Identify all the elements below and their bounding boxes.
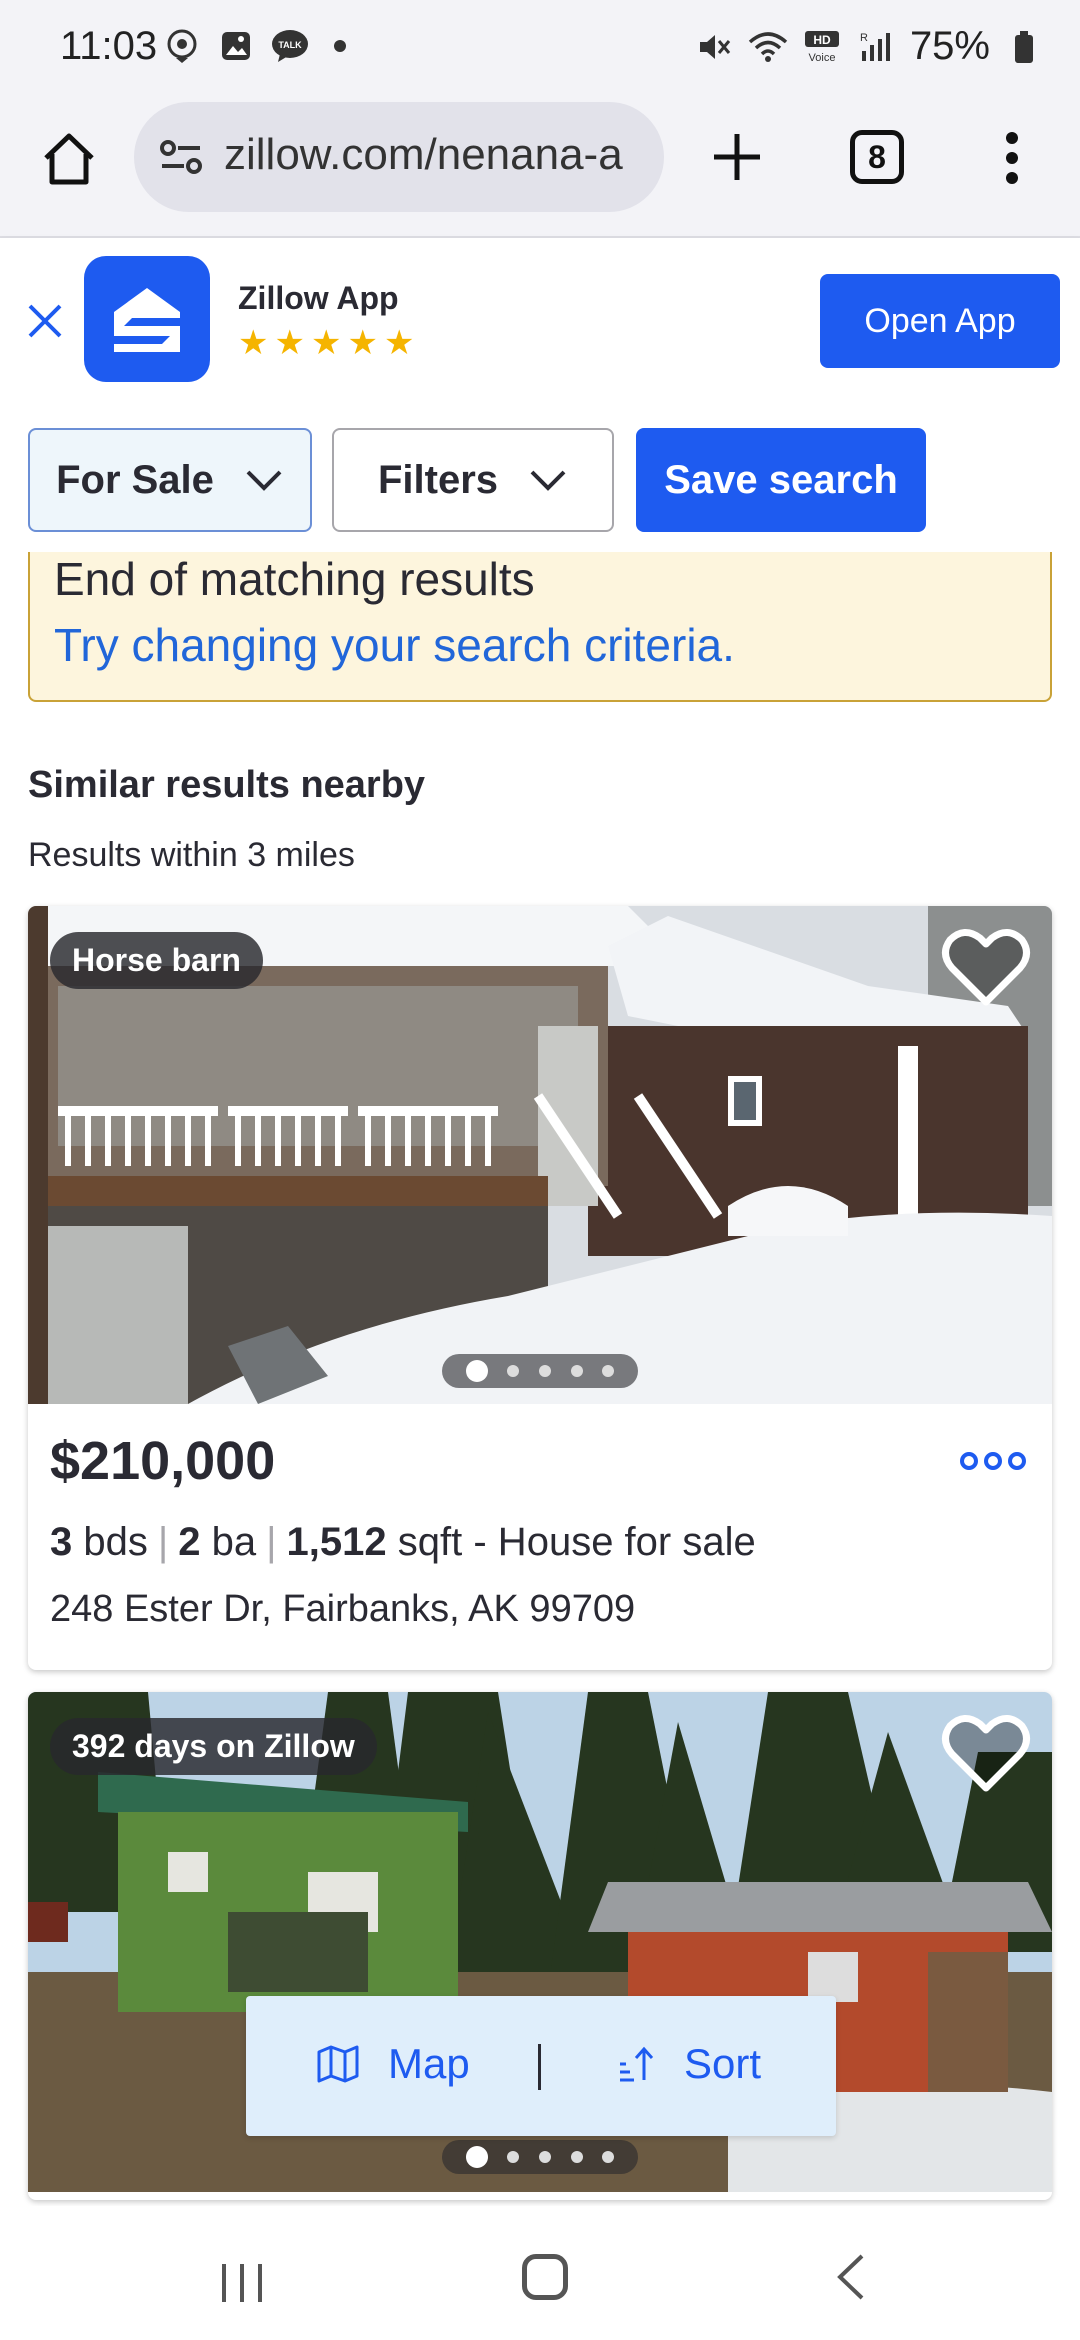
baths-count: 2	[178, 1520, 201, 1564]
star-icon: ★	[274, 324, 305, 362]
change-criteria-link[interactable]: Try changing your search criteria.	[54, 618, 735, 672]
carousel-dot	[538, 2151, 551, 2163]
map-label: Map	[388, 2040, 470, 2087]
carousel-dot	[602, 1365, 615, 1377]
listing-badge: 392 days on Zillow	[50, 1718, 377, 1775]
chevron-down-icon	[246, 470, 282, 491]
system-icons: HD Voice R 75%	[694, 24, 1044, 69]
gallery-notification-icon	[216, 26, 256, 66]
home-icon[interactable]	[38, 128, 100, 190]
sqft-unit: sqft	[397, 1520, 463, 1564]
talk-notification-icon: TALK	[270, 26, 310, 66]
battery-icon	[1004, 27, 1044, 67]
carousel-dot	[507, 2151, 520, 2163]
svg-text:HD: HD	[813, 33, 831, 47]
filters-dropdown[interactable]: Filters	[332, 428, 614, 532]
filter-bar: For Sale Filters Save search	[0, 406, 1080, 542]
recent-apps-icon[interactable]	[218, 2260, 268, 2311]
heart-icon[interactable]	[940, 924, 1032, 1010]
battery-percent: 75%	[909, 24, 990, 68]
listing-card[interactable]: Horse barn $210,000 3 bds | 2 ba | 1,512 sqf…	[28, 906, 1052, 1670]
sort-button[interactable]: Sort	[616, 2040, 761, 2088]
address-bar[interactable]: zillow.com/nenana-a	[134, 102, 664, 212]
heart-icon[interactable]	[940, 1710, 1032, 1796]
for-sale-label: For Sale	[56, 457, 214, 502]
svg-text:TALK: TALK	[278, 40, 302, 50]
wifi-icon	[748, 27, 788, 67]
back-icon[interactable]	[832, 2252, 868, 2307]
listing-address: 248 Ester Dr, Fairbanks, AK 99709	[50, 1588, 636, 1630]
sort-label: Sort	[684, 2040, 762, 2087]
carousel-dot	[465, 2146, 488, 2168]
listing-photo[interactable]: Horse barn	[28, 906, 1052, 1404]
app-install-banner: Zillow App ★ ★ ★ ★ ★ Open App	[0, 238, 1080, 406]
for-sale-dropdown[interactable]: For Sale	[28, 428, 312, 532]
browser-toolbar: zillow.com/nenana-a 8	[0, 96, 1080, 238]
end-of-results-notice: End of matching results Try changing you…	[28, 552, 1052, 702]
status-time: 11:03	[60, 24, 158, 68]
listing-details: 3 bds | 2 ba | 1,512 sqft - House for sale	[50, 1520, 756, 1564]
url-text[interactable]: zillow.com/nenana-a	[224, 130, 654, 180]
photo-carousel-dots	[442, 1354, 638, 1388]
tab-switcher-button[interactable]: 8	[850, 130, 904, 184]
site-settings-icon[interactable]	[156, 132, 206, 182]
star-icon: ★	[310, 324, 342, 362]
filters-label: Filters	[377, 457, 499, 502]
location-notification-icon	[162, 26, 202, 66]
app-name: Zillow App	[238, 280, 399, 316]
new-tab-icon[interactable]	[706, 126, 768, 188]
listing-type: - House for sale	[473, 1520, 756, 1564]
more-menu-icon[interactable]	[1000, 130, 1024, 186]
sort-icon	[620, 2046, 654, 2082]
section-title: Similar results nearby	[28, 764, 426, 806]
home-nav-icon[interactable]	[522, 2254, 568, 2300]
baths-unit: ba	[211, 1520, 257, 1564]
listing-price: $210,000	[50, 1431, 276, 1491]
svg-text:Voice: Voice	[808, 52, 835, 64]
carousel-dot	[602, 2151, 615, 2163]
beds-unit: bds	[83, 1520, 148, 1564]
map-sort-bar: Map Sort	[246, 1996, 836, 2136]
star-icon: ★	[383, 324, 415, 362]
carousel-dot	[538, 1365, 551, 1377]
sqft-count: 1,512	[286, 1520, 387, 1564]
divider	[538, 2044, 541, 2090]
mute-icon	[694, 27, 734, 67]
map-icon	[317, 2045, 359, 2083]
signal-icon: R	[856, 27, 896, 67]
more-notifications-dot	[334, 40, 346, 52]
zillow-logo	[84, 256, 210, 382]
notice-title: End of matching results	[54, 553, 535, 605]
svg-text:R: R	[860, 32, 868, 44]
map-button[interactable]: Map	[316, 2040, 470, 2088]
carousel-dot	[465, 1360, 488, 1382]
listing-badge: Horse barn	[50, 932, 263, 989]
status-bar: 11:03 TALK HD Voice R 75%	[0, 0, 1080, 96]
chevron-down-icon	[530, 470, 566, 491]
save-search-button[interactable]: Save search	[636, 428, 926, 532]
star-icon: ★	[347, 324, 378, 362]
notification-icons: TALK	[162, 26, 346, 66]
rating-stars: ★ ★ ★ ★ ★	[238, 326, 414, 360]
photo-carousel-dots	[442, 2140, 638, 2174]
hd-voice-icon: HD Voice	[802, 27, 842, 67]
close-icon[interactable]	[24, 300, 66, 342]
system-navigation-bar	[0, 2206, 1080, 2340]
open-app-button[interactable]: Open App	[820, 274, 1060, 368]
carousel-dot	[570, 2151, 583, 2163]
carousel-dot	[507, 1365, 520, 1377]
star-icon: ★	[238, 324, 269, 362]
more-options-icon[interactable]	[960, 1452, 1026, 1470]
carousel-dot	[570, 1365, 583, 1377]
beds-count: 3	[50, 1520, 73, 1564]
section-subtitle: Results within 3 miles	[28, 836, 355, 874]
